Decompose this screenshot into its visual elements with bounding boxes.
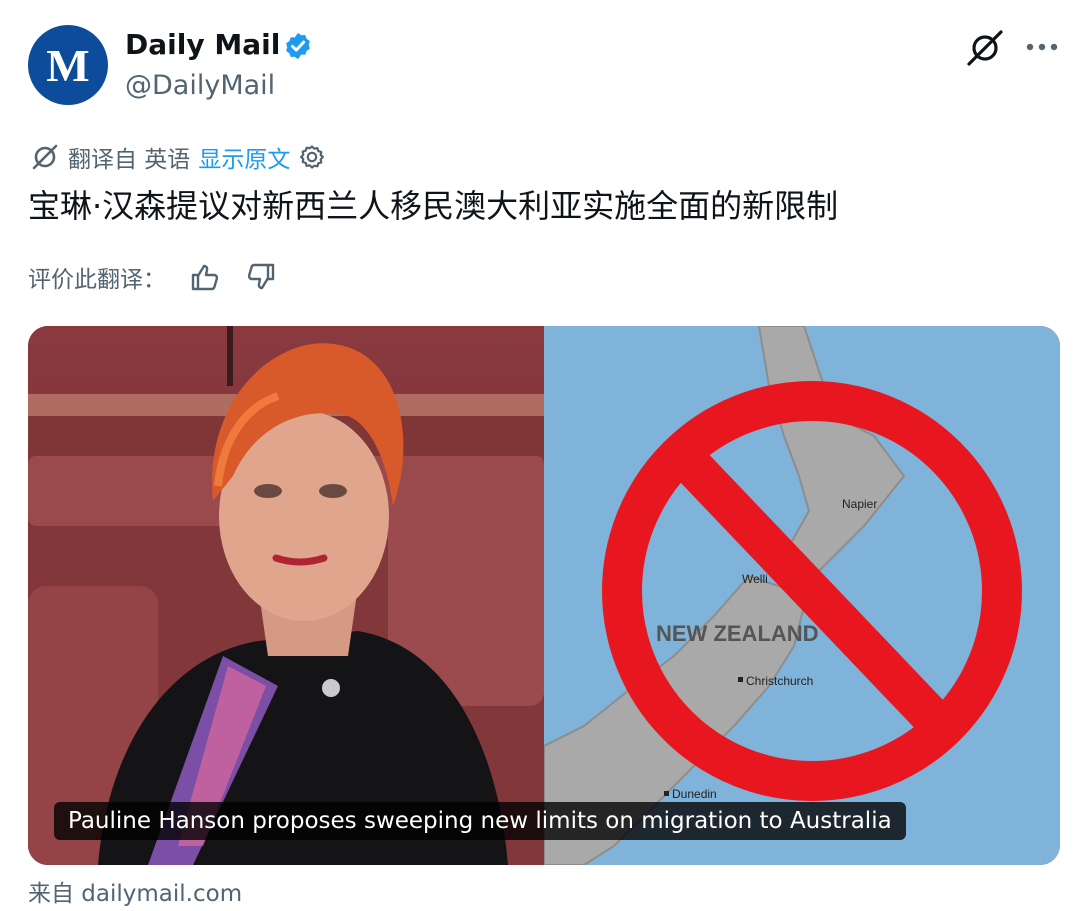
map-label-christchurch: Christchurch xyxy=(746,674,813,688)
map-label-napier: Napier xyxy=(842,497,877,511)
more-icon[interactable] xyxy=(1022,30,1062,64)
map-label-title: NEW ZEALAND xyxy=(656,621,819,646)
media-caption: Pauline Hanson proposes sweeping new lim… xyxy=(54,802,906,840)
rate-translation-label: 评价此翻译： xyxy=(28,267,166,293)
thumbs-up-icon[interactable] xyxy=(188,260,222,294)
show-original-link[interactable]: 显示原文 xyxy=(198,140,290,174)
translate-icon xyxy=(32,144,58,170)
source-link[interactable]: 来自 dailymail.com xyxy=(28,874,242,908)
tweet-text: 宝琳·汉森提议对新西兰人移民澳大利亚实施全面的新限制 xyxy=(28,187,839,225)
avatar[interactable]: M xyxy=(28,25,108,105)
display-name[interactable]: Daily Mail xyxy=(125,28,280,61)
map-label-welli: Welli xyxy=(742,572,768,586)
account-handle[interactable]: @DailyMail xyxy=(125,70,275,101)
photo-senator xyxy=(28,326,544,865)
rate-translation-row: 评价此翻译： xyxy=(28,258,278,296)
translation-bar: 翻译自 英语 显示原文 xyxy=(30,140,326,174)
translated-from-label: 翻译自 英语 xyxy=(68,147,191,173)
verified-badge-icon xyxy=(286,32,310,60)
map-new-zealand: Napier Welli NEW ZEALAND Christchurch Du… xyxy=(544,326,1060,865)
grok-icon[interactable] xyxy=(964,27,1006,69)
avatar-logo-letter: M xyxy=(46,39,89,91)
settings-icon[interactable] xyxy=(298,143,326,171)
thumbs-down-icon[interactable] xyxy=(244,260,278,294)
media-card[interactable]: Napier Welli NEW ZEALAND Christchurch Du… xyxy=(28,326,1060,865)
map-label-dunedin: Dunedin xyxy=(672,787,717,801)
